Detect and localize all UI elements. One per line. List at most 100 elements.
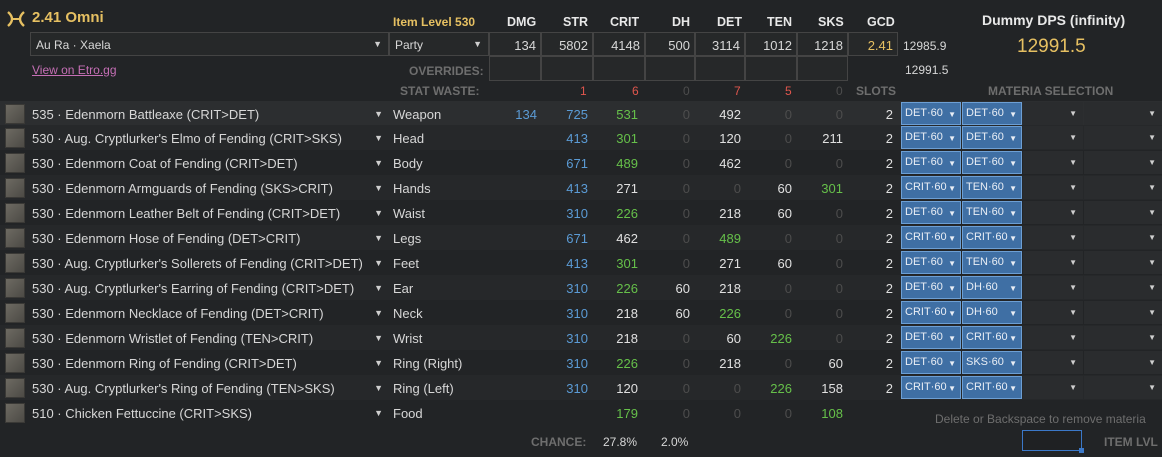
materia-select[interactable]: CRIT·60 ▼	[901, 226, 961, 249]
materia-select[interactable]: CRIT·60 ▼	[962, 226, 1022, 249]
materia-select[interactable]: DET·60 ▼	[901, 326, 961, 349]
materia-select-empty[interactable]: ▼	[1023, 226, 1083, 249]
materia-select-empty[interactable]: ▼	[1084, 276, 1162, 299]
materia-select[interactable]: CRIT·60 ▼	[901, 376, 961, 399]
materia-select-empty[interactable]: ▼	[1084, 102, 1162, 125]
item-select[interactable]: 530 · Edenmorn Armguards of Fending (SKS…	[30, 175, 389, 200]
materia-select[interactable]: DET·60 ▼	[901, 276, 961, 299]
materia-select[interactable]: CRIT·60 ▼	[901, 176, 961, 199]
etro-link[interactable]: View on Etro.gg	[32, 63, 117, 77]
override-ten[interactable]	[745, 56, 797, 81]
materia-select-empty[interactable]: ▼	[1023, 151, 1083, 174]
materia-value: DET·60	[966, 156, 1004, 168]
materia-select-empty[interactable]: ▼	[1023, 102, 1083, 125]
stat-sks: 0	[835, 256, 843, 271]
stat-crit: 301	[616, 131, 638, 146]
slot-label: Head	[393, 131, 425, 146]
item-select[interactable]: 530 · Edenmorn Ring of Fending (CRIT>DET…	[30, 350, 389, 375]
materia-select-empty[interactable]: ▼	[1084, 201, 1162, 224]
materia-select[interactable]: CRIT·60 ▼	[962, 376, 1022, 399]
override-sks[interactable]	[797, 56, 848, 81]
item-select[interactable]: 530 · Aug. Cryptlurker's Sollerets of Fe…	[30, 250, 389, 275]
materia-select[interactable]: DET·60 ▼	[962, 102, 1022, 125]
race-select[interactable]: Au Ra · Xaela ▼	[30, 32, 389, 56]
materia-select[interactable]: DET·60 ▼	[901, 151, 961, 174]
materia-select-empty[interactable]: ▼	[1084, 176, 1162, 199]
materia-select-empty[interactable]: ▼	[1023, 351, 1083, 374]
materia-select-empty[interactable]: ▼	[1084, 326, 1162, 349]
item-select[interactable]: 530 · Edenmorn Coat of Fending (CRIT>DET…	[30, 150, 389, 175]
materia-select-empty[interactable]: ▼	[1084, 226, 1162, 249]
materia-select[interactable]: DET·60 ▼	[962, 151, 1022, 174]
item-select[interactable]: 530 · Aug. Cryptlurker's Earring of Fend…	[30, 275, 389, 300]
override-det[interactable]	[695, 56, 745, 81]
stat-det: 218	[719, 206, 741, 221]
chevron-down-icon: ▼	[374, 183, 383, 193]
materia-value: CRIT·60	[905, 306, 947, 318]
materia-select[interactable]: TEN·60 ▼	[962, 176, 1022, 199]
slot-label: Ring (Right)	[393, 356, 463, 371]
item-select[interactable]: 510 · Chicken Fettuccine (CRIT>SKS) ▼	[30, 400, 389, 425]
item-select[interactable]: 535 · Edenmorn Battleaxe (CRIT>DET) ▼	[30, 101, 389, 126]
materia-select-empty[interactable]: ▼	[1023, 126, 1083, 149]
materia-select-empty[interactable]: ▼	[1084, 251, 1162, 274]
item-select[interactable]: 530 · Aug. Cryptlurker's Elmo of Fending…	[30, 125, 389, 150]
stat-slots: 2	[885, 231, 893, 246]
resize-handle-icon	[1079, 448, 1084, 453]
override-crit[interactable]	[593, 56, 645, 81]
slot-label: Ear	[393, 281, 414, 296]
materia-select-empty[interactable]: ▼	[1023, 251, 1083, 274]
item-select[interactable]: 530 · Aug. Cryptlurker's Ring of Fending…	[30, 375, 389, 400]
gear-row: 530 · Edenmorn Armguards of Fending (SKS…	[0, 175, 1162, 200]
materia-select-empty[interactable]: ▼	[1084, 126, 1162, 149]
materia-select[interactable]: DH·60 ▼	[962, 276, 1022, 299]
materia-select[interactable]: DET·60 ▼	[901, 102, 961, 125]
stat-str: 310	[566, 381, 588, 396]
materia-select-empty[interactable]: ▼	[1084, 376, 1162, 399]
materia-select[interactable]: DET·60 ▼	[962, 126, 1022, 149]
materia-select[interactable]: CRIT·60 ▼	[962, 326, 1022, 349]
materia-select[interactable]: DET·60 ▼	[901, 351, 961, 374]
food-party-select[interactable]: Party ▼	[389, 32, 489, 56]
materia-select-empty[interactable]: ▼	[1023, 326, 1083, 349]
slots-label: SLOTS	[856, 84, 897, 98]
waste-sks: 0	[836, 84, 843, 98]
item-select[interactable]: 530 · Edenmorn Necklace of Fending (DET>…	[30, 300, 389, 325]
materia-select[interactable]: SKS·60 ▼	[962, 351, 1022, 374]
stat-crit: 226	[616, 356, 638, 371]
stat-det: 218	[719, 356, 741, 371]
materia-select-empty[interactable]: ▼	[1023, 201, 1083, 224]
total-dh: 500	[645, 32, 695, 56]
stat-slots: 2	[885, 181, 893, 196]
override-dh[interactable]	[645, 56, 695, 81]
materia-select-empty[interactable]: ▼	[1023, 176, 1083, 199]
overrides-label: OVERRIDES:	[409, 64, 484, 78]
materia-select-empty[interactable]: ▼	[1023, 301, 1083, 324]
chance-label: CHANCE:	[531, 435, 587, 449]
item-select[interactable]: 530 · Edenmorn Hose of Fending (DET>CRIT…	[30, 225, 389, 250]
materia-select-empty[interactable]: ▼	[1023, 376, 1083, 399]
item-select[interactable]: 530 · Edenmorn Leather Belt of Fending (…	[30, 200, 389, 225]
materia-select-empty[interactable]: ▼	[1084, 351, 1162, 374]
materia-select-empty[interactable]: ▼	[1023, 276, 1083, 299]
materia-select[interactable]: DET·60 ▼	[901, 126, 961, 149]
item-level: Item Level 530	[393, 15, 476, 29]
materia-select-empty[interactable]: ▼	[1084, 151, 1162, 174]
item-name: 530 · Edenmorn Coat of Fending (CRIT>DET…	[32, 156, 298, 171]
materia-select[interactable]: TEN·60 ▼	[962, 201, 1022, 224]
chevron-down-icon: ▼	[1009, 234, 1017, 243]
override-str[interactable]	[541, 56, 593, 81]
materia-select[interactable]: DH·60 ▼	[962, 301, 1022, 324]
stat-slots: 2	[885, 256, 893, 271]
materia-value: DH·60	[966, 281, 998, 293]
materia-select[interactable]: DET·60 ▼	[901, 201, 961, 224]
item-select[interactable]: 530 · Edenmorn Wristlet of Fending (TEN>…	[30, 325, 389, 350]
materia-select-empty[interactable]: ▼	[1084, 301, 1162, 324]
materia-select[interactable]: TEN·60 ▼	[962, 251, 1022, 274]
gear-row: 530 · Aug. Cryptlurker's Earring of Fend…	[0, 275, 1162, 300]
item-level-filter-input[interactable]	[1022, 430, 1084, 453]
materia-select[interactable]: DET·60 ▼	[901, 251, 961, 274]
override-dmg[interactable]	[489, 56, 541, 81]
materia-select[interactable]: CRIT·60 ▼	[901, 301, 961, 324]
food-party-value: Party	[395, 38, 424, 52]
